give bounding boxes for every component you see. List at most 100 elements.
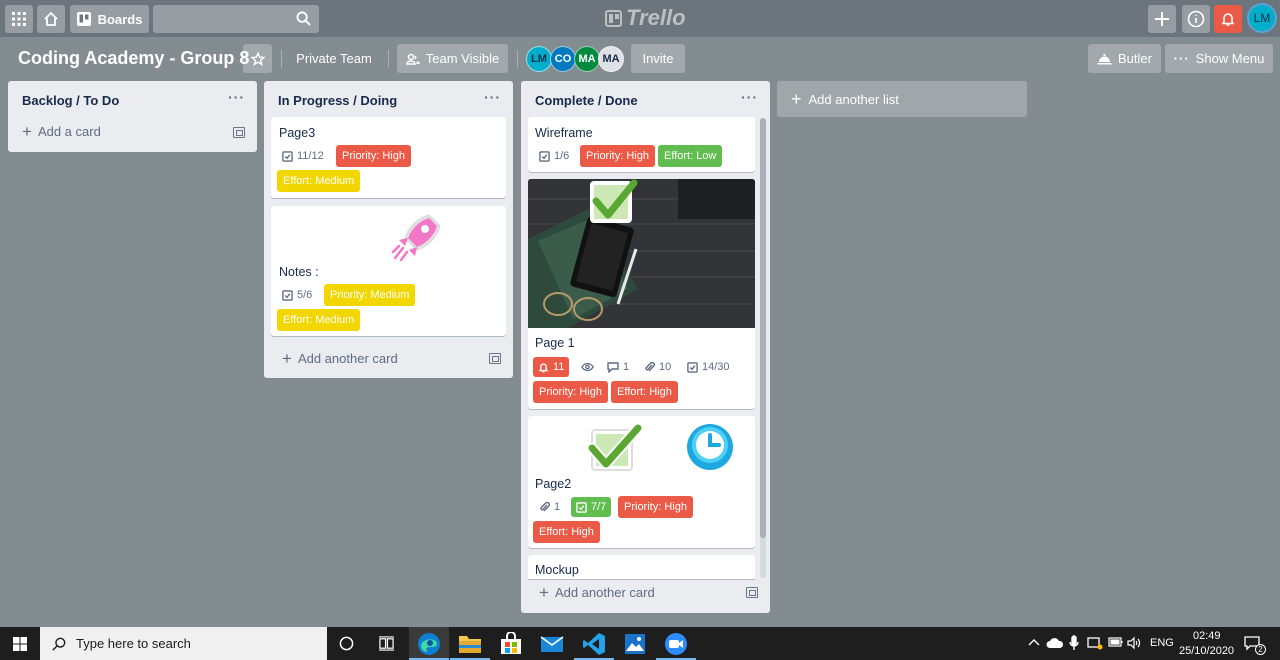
checklist-icon [282, 150, 293, 162]
store-icon[interactable] [500, 632, 522, 656]
label-effort: Effort: Low [658, 145, 723, 167]
language-indicator[interactable]: ENG [1150, 637, 1174, 649]
list-menu-icon[interactable]: ··· [228, 89, 245, 105]
plus-icon: + [539, 582, 549, 602]
trello-logo[interactable]: Trello [605, 5, 686, 30]
checklist-icon [539, 150, 550, 162]
checklist-badge: 7/7 [571, 497, 612, 517]
vscode-icon[interactable] [582, 632, 606, 656]
card-title: Notes : [279, 265, 319, 279]
clock-time[interactable]: 02:49 [1193, 630, 1221, 642]
card-title: Page2 [535, 477, 572, 491]
home-button[interactable] [37, 5, 65, 33]
chevron-up-icon[interactable] [1028, 638, 1040, 646]
member-avatar[interactable]: LM [526, 46, 552, 72]
add-card-button[interactable]: + Add a card [22, 123, 101, 140]
label-priority: Priority: High [533, 381, 608, 403]
desk-photo-image [528, 179, 755, 328]
onedrive-icon[interactable] [1046, 637, 1064, 649]
battery-icon[interactable] [1108, 637, 1124, 647]
info-button[interactable] [1182, 5, 1210, 33]
card-page3[interactable]: Page3 11/12 Priority: High Effort: Mediu… [271, 117, 506, 198]
card-template-icon[interactable] [233, 127, 245, 138]
list-scrollbar[interactable] [760, 118, 766, 578]
clock-sticker-icon [684, 421, 736, 473]
add-card-button[interactable]: + Add another card [282, 350, 398, 367]
list-title[interactable]: In Progress / Doing [278, 93, 397, 108]
mail-icon[interactable] [540, 634, 564, 654]
card-mockup[interactable]: Mockup [528, 555, 755, 579]
add-list-button[interactable]: + Add another list [777, 81, 1027, 117]
add-card-button[interactable]: + Add another card [539, 582, 655, 602]
card-template-icon[interactable] [489, 353, 501, 364]
volume-icon[interactable] [1127, 636, 1141, 650]
visibility-label: Team Visible [425, 51, 500, 66]
search-input[interactable] [153, 5, 319, 33]
attachments-badge: 1 [539, 498, 560, 516]
boards-button[interactable]: Boards [70, 5, 149, 33]
clock-date[interactable]: 25/10/2020 [1179, 645, 1234, 657]
watching-badge [581, 358, 594, 376]
add-card-label: Add another card [297, 351, 398, 366]
card-title: Page3 [279, 126, 316, 140]
checklist-count: 11/12 [297, 150, 324, 162]
task-view-icon[interactable] [379, 636, 394, 651]
member-avatar[interactable]: CO [550, 46, 576, 72]
network-icon[interactable] [1087, 636, 1103, 650]
microphone-icon[interactable] [1069, 635, 1079, 651]
member-avatar[interactable]: MA [574, 46, 600, 72]
add-card-label: Add another card [554, 585, 655, 600]
create-button[interactable] [1148, 5, 1176, 33]
card-title: Wireframe [535, 126, 593, 140]
rocket-sticker-icon [391, 214, 441, 262]
card-page-1[interactable]: Page 1 11 1 10 14/30 Priority: High Effo… [528, 179, 755, 409]
boards-label: Boards [97, 11, 143, 27]
list-title[interactable]: Backlog / To Do [22, 93, 119, 108]
user-avatar[interactable]: LM [1247, 3, 1277, 33]
taskbar-search-input[interactable]: Type here to search [40, 627, 327, 660]
list-title[interactable]: Complete / Done [535, 93, 638, 108]
checklist-count: 7/7 [591, 501, 607, 513]
trello-logo-icon [605, 9, 622, 27]
butler-bell-icon [1097, 53, 1112, 64]
plus-icon: + [791, 89, 802, 109]
card-template-icon[interactable] [746, 587, 758, 598]
member-avatar[interactable]: MA [598, 46, 624, 72]
file-explorer-icon[interactable] [458, 633, 482, 655]
card-page2[interactable]: Page2 1 7/7 Priority: High Effort: High [528, 416, 755, 548]
label-effort: Effort: High [533, 521, 600, 543]
divider [281, 50, 282, 68]
checklist-badge: 5/6 [282, 286, 312, 304]
comment-count: 1 [623, 361, 630, 373]
team-button[interactable]: Private Team [288, 44, 380, 73]
photos-icon[interactable] [624, 633, 646, 655]
list-menu-icon[interactable]: ··· [484, 89, 501, 105]
butler-button[interactable]: Butler [1088, 44, 1161, 73]
list-complete: Complete / Done ··· Wireframe 1/6 Priori… [521, 81, 770, 613]
card-notes[interactable]: Notes : 5/6 Priority: Medium Effort: Med… [271, 206, 506, 336]
notifications-button[interactable] [1214, 5, 1242, 33]
checklist-badge: 14/30 [687, 358, 730, 376]
visibility-button[interactable]: Team Visible [397, 44, 508, 73]
label-effort: Effort: Medium [277, 309, 361, 331]
windows-start-icon[interactable] [13, 637, 27, 651]
cortana-icon[interactable] [339, 636, 354, 651]
list-backlog: Backlog / To Do ··· + Add a card [8, 81, 257, 152]
edge-browser-icon[interactable] [417, 632, 441, 656]
card-wireframe[interactable]: Wireframe 1/6 Priority: High Effort: Low [528, 117, 755, 172]
zoom-icon[interactable] [664, 632, 688, 656]
show-menu-button[interactable]: ··· Show Menu [1165, 44, 1273, 73]
team-visible-icon [406, 53, 420, 65]
eye-icon [581, 362, 594, 372]
label-priority: Priority: High [618, 496, 693, 518]
board-title[interactable]: Coding Academy - Group 8 [18, 48, 249, 69]
apps-button[interactable] [5, 5, 33, 33]
list-menu-icon[interactable]: ··· [741, 89, 758, 105]
paperclip-icon [645, 361, 655, 372]
app-header: Boards Trello LM [0, 0, 1280, 37]
invite-button[interactable]: Invite [631, 44, 685, 73]
star-button[interactable] [243, 44, 272, 73]
checklist-icon [282, 289, 293, 301]
home-icon [44, 11, 58, 26]
plus-icon [1155, 12, 1169, 26]
